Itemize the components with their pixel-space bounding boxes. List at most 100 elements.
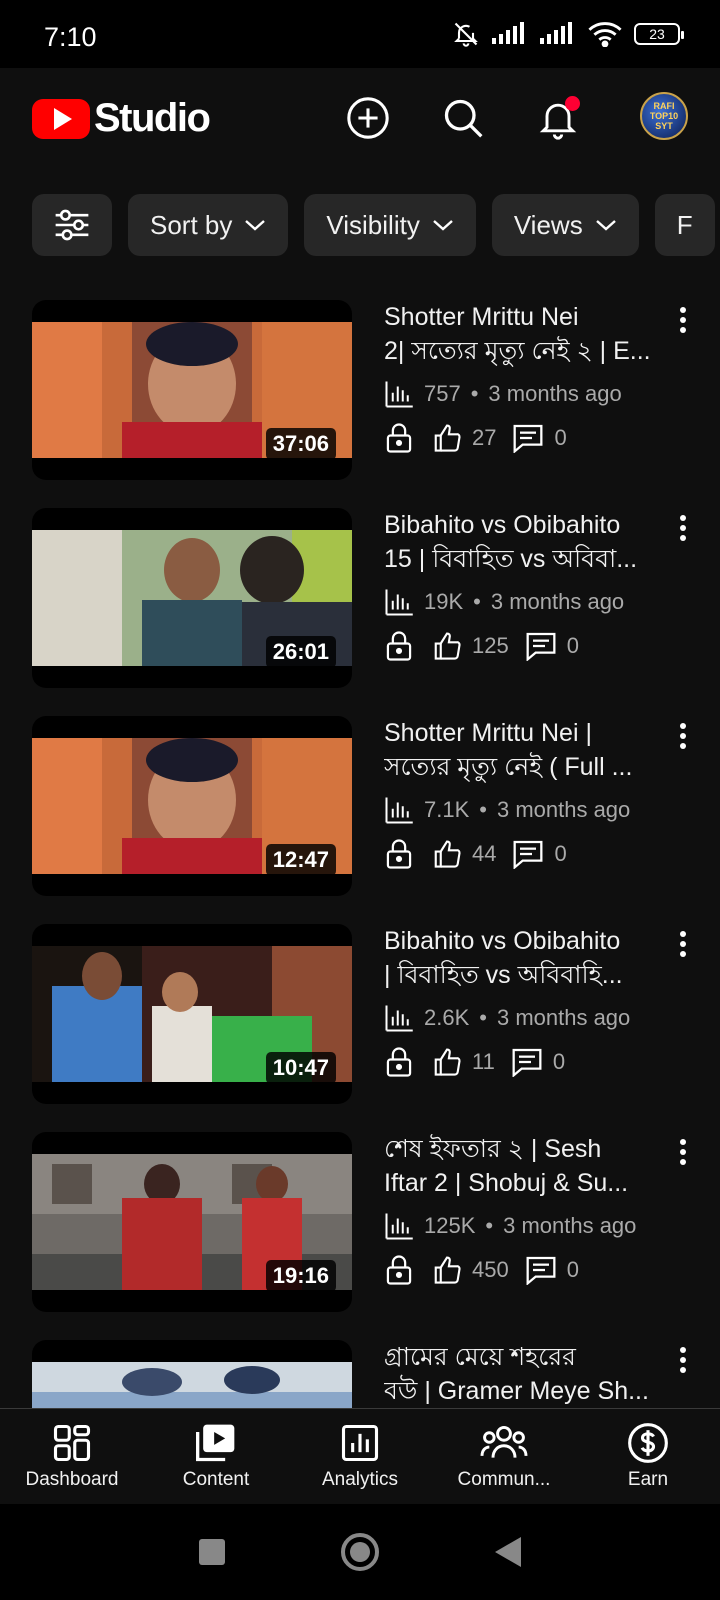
video-duration: 10:47 <box>265 1052 336 1084</box>
video-item[interactable]: 37:06 Shotter Mrittu Nei 2| সত্যের মৃত্য… <box>0 300 720 480</box>
video-title[interactable]: Bibahito vs Obibahito | বিবাহিত vs অবিবা… <box>384 924 674 992</box>
video-stats: 450 0 <box>384 1254 595 1286</box>
create-button[interactable] <box>340 90 396 146</box>
battery-indicator: 23 <box>634 23 684 45</box>
comment-count: 0 <box>554 841 567 866</box>
views-chip[interactable]: Views <box>491 194 639 256</box>
recents-button[interactable] <box>197 1537 227 1567</box>
status-icons: 23 <box>452 20 684 48</box>
home-button[interactable] <box>340 1532 380 1572</box>
video-title[interactable]: শেষ ইফতার ২ | Sesh Iftar 2 | Shobuj & Su… <box>384 1132 674 1200</box>
view-count: 19K <box>424 589 464 614</box>
chip-label: Views <box>513 209 583 240</box>
status-bar: 7:10 23 <box>0 0 720 68</box>
nav-community[interactable]: Commun... <box>432 1409 576 1504</box>
like-count: 450 <box>472 1257 509 1282</box>
analytics-bars-icon <box>385 1005 413 1032</box>
video-thumbnail[interactable]: 19:16 <box>32 1132 352 1312</box>
video-item[interactable]: 10:47 Bibahito vs Obibahito | বিবাহিত vs… <box>0 924 720 1104</box>
nav-label: Earn <box>627 1469 669 1490</box>
more-options-button[interactable] <box>668 1134 698 1170</box>
more-options-button[interactable] <box>668 926 698 962</box>
analytics-bars-icon <box>385 1213 413 1240</box>
vertical-dots-icon <box>680 1139 686 1165</box>
title-line: Bibahito vs Obibahito <box>384 927 621 955</box>
video-item[interactable]: 26:01 Bibahito vs Obibahito 15 | বিবাহিত… <box>0 508 720 688</box>
meta-separator: • <box>479 797 487 822</box>
more-options-button[interactable] <box>668 718 698 754</box>
thumbs-up-icon <box>432 1047 462 1077</box>
video-title[interactable]: Bibahito vs Obibahito 15 | বিবাহিত vs অব… <box>384 508 674 576</box>
comment-icon <box>511 1047 543 1077</box>
signal-icon <box>492 22 524 44</box>
notification-dot <box>565 96 580 111</box>
nav-dashboard[interactable]: Dashboard <box>0 1409 144 1504</box>
community-icon <box>480 1425 528 1458</box>
wifi-icon <box>588 22 622 47</box>
video-stats: 125 0 <box>384 630 595 662</box>
sliders-icon <box>55 209 89 241</box>
earn-icon <box>628 1423 668 1463</box>
title-line: 15 | বিবাহিত vs অবিবা... <box>384 545 638 573</box>
comment-count: 0 <box>566 1257 579 1282</box>
nav-label: Commun... <box>457 1469 551 1490</box>
analytics-icon <box>341 1424 379 1462</box>
video-title[interactable]: Shotter Mrittu Nei 2| সত্যের মৃত্যু নেই … <box>384 300 674 368</box>
video-duration: 19:16 <box>265 1260 336 1292</box>
visibility-chip[interactable]: Visibility <box>304 194 476 256</box>
nav-label: Analytics <box>321 1469 399 1490</box>
plus-circle-icon <box>347 97 389 139</box>
thumbnail-image <box>32 1362 352 1408</box>
notifications-button[interactable] <box>530 90 586 146</box>
view-count: 7.1K <box>424 797 470 822</box>
nav-analytics[interactable]: Analytics <box>288 1409 432 1504</box>
title-line: সত্যের মৃত্যু নেই ( Full ... <box>384 753 633 781</box>
video-item[interactable]: 12:47 Shotter Mrittu Nei | সত্যের মৃত্যু… <box>0 716 720 896</box>
video-meta: 7.1K • 3 months ago <box>384 796 630 824</box>
video-thumbnail[interactable]: 10:47 <box>32 924 352 1104</box>
thumbs-up-icon <box>432 1255 462 1285</box>
upload-age: 3 months ago <box>503 1213 637 1238</box>
chevron-down-icon <box>245 220 266 231</box>
meta-separator: • <box>473 589 481 614</box>
more-filter-chip[interactable]: F <box>654 194 715 256</box>
video-duration: 26:01 <box>265 636 336 668</box>
meta-separator: • <box>485 1213 494 1238</box>
logo-text: Studio <box>94 96 211 140</box>
filter-settings-button[interactable] <box>32 194 112 256</box>
content-icon <box>196 1424 235 1462</box>
analytics-bars-icon <box>385 589 413 616</box>
comment-icon <box>512 839 544 869</box>
video-meta: 757 • 3 months ago <box>384 380 622 408</box>
video-thumbnail[interactable]: 26:01 <box>32 508 352 688</box>
video-title[interactable]: গ্রামের মেয়ে শহরের বউ | Gramer Meye Sh.… <box>384 1340 674 1408</box>
more-options-button[interactable] <box>668 302 698 338</box>
video-thumbnail[interactable]: 12:47 <box>32 716 352 896</box>
nav-earn[interactable]: Earn <box>576 1409 720 1504</box>
video-list: 37:06 Shotter Mrittu Nei 2| সত্যের মৃত্য… <box>0 296 720 1408</box>
video-item[interactable]: গ্রামের মেয়ে শহরের বউ | Gramer Meye Sh.… <box>0 1340 720 1408</box>
bottom-navigation: Dashboard Content Analytics Commun... Ea… <box>0 1408 720 1504</box>
thumbs-up-icon <box>432 839 462 869</box>
video-thumbnail[interactable] <box>32 1340 352 1408</box>
vertical-dots-icon <box>680 723 686 749</box>
video-thumbnail[interactable]: 37:06 <box>32 300 352 480</box>
more-options-button[interactable] <box>668 1342 698 1378</box>
upload-age: 3 months ago <box>490 589 625 614</box>
youtube-play-icon <box>32 98 90 139</box>
nav-label: Content <box>182 1469 250 1490</box>
video-title[interactable]: Shotter Mrittu Nei | সত্যের মৃত্যু নেই (… <box>384 716 674 784</box>
like-count: 11 <box>472 1049 495 1074</box>
title-line: Shotter Mrittu Nei | <box>384 719 592 747</box>
search-button[interactable] <box>435 90 491 146</box>
more-options-button[interactable] <box>668 510 698 546</box>
back-button[interactable] <box>493 1535 523 1569</box>
video-item[interactable]: 19:16 শেষ ইফতার ২ | Sesh Iftar 2 | Shobu… <box>0 1132 720 1312</box>
sort-by-chip[interactable]: Sort by <box>128 194 289 256</box>
nav-content[interactable]: Content <box>144 1409 288 1504</box>
avatar[interactable]: RAFI TOP10 SYT <box>640 92 688 140</box>
chevron-down-icon <box>595 220 616 231</box>
like-count: 44 <box>472 841 497 866</box>
studio-logo[interactable]: Studio <box>32 96 211 141</box>
comment-count: 0 <box>552 1049 566 1074</box>
